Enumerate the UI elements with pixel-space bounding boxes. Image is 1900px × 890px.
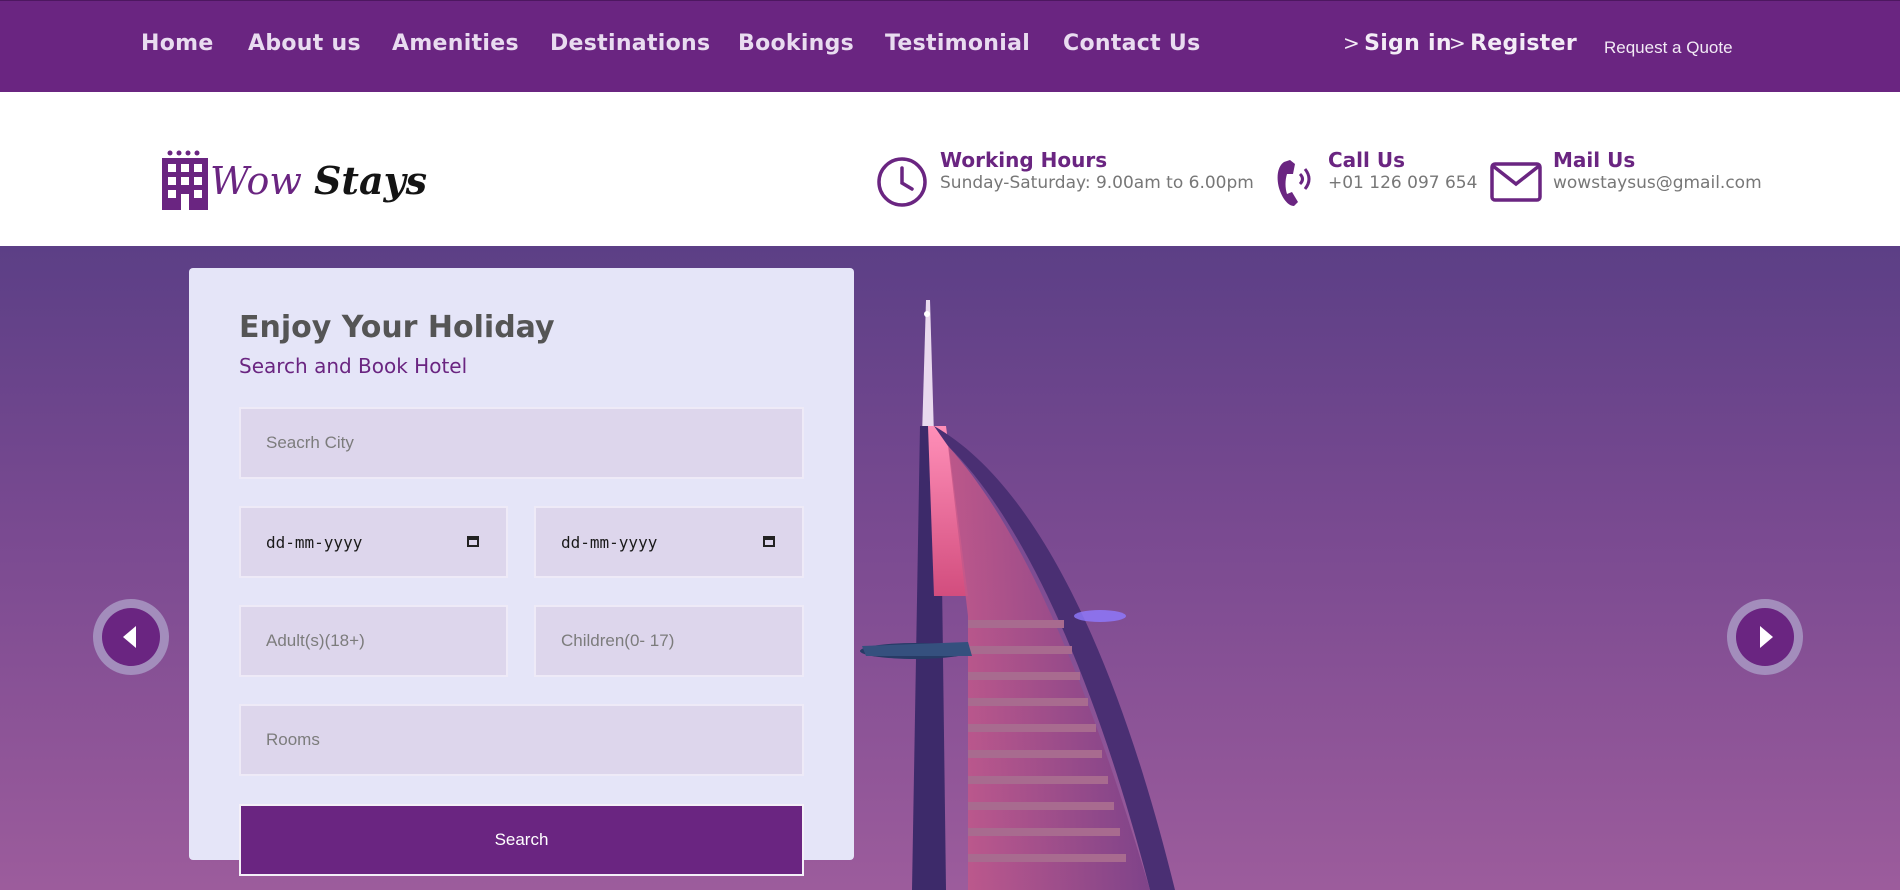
nav-bookings[interactable]: Bookings bbox=[738, 31, 854, 56]
logo-word-wow: Wow bbox=[210, 159, 302, 203]
clock-icon bbox=[877, 157, 927, 207]
chevron-right-icon: > bbox=[1449, 31, 1467, 55]
rooms-input[interactable]: Rooms bbox=[239, 704, 804, 776]
search-city-input[interactable]: Seacrh City bbox=[239, 407, 804, 479]
mail-icon bbox=[1490, 162, 1542, 202]
call-us-title: Call Us bbox=[1328, 148, 1405, 172]
calendar-icon[interactable] bbox=[467, 536, 479, 547]
booking-subtitle: Search and Book Hotel bbox=[239, 354, 468, 378]
nav-home[interactable]: Home bbox=[141, 31, 214, 56]
register-link[interactable]: > Register bbox=[1449, 31, 1577, 56]
sign-in-label: Sign in bbox=[1364, 31, 1452, 56]
nav-contact-us[interactable]: Contact Us bbox=[1063, 31, 1200, 56]
phone-icon bbox=[1277, 160, 1311, 206]
adults-input[interactable]: Adult(s)(18+) bbox=[239, 605, 508, 677]
call-us-value[interactable]: +01 126 097 654 bbox=[1328, 173, 1477, 193]
nav-about-us[interactable]: About us bbox=[248, 31, 361, 56]
caret-left-icon bbox=[123, 626, 136, 648]
search-button[interactable]: Search bbox=[239, 804, 804, 876]
slider-next-button[interactable] bbox=[1727, 599, 1803, 675]
slider-prev-inner bbox=[102, 608, 160, 666]
working-hours-title: Working Hours bbox=[940, 148, 1108, 172]
logo-wordmark[interactable]: Wow Stays bbox=[210, 158, 427, 203]
slider-next-inner bbox=[1736, 608, 1794, 666]
top-navigation: Home About us Amenities Destinations Boo… bbox=[0, 0, 1900, 92]
request-quote-link[interactable]: Request a Quote bbox=[1604, 38, 1733, 58]
caret-right-icon bbox=[1760, 626, 1773, 648]
slider-prev-button[interactable] bbox=[93, 599, 169, 675]
check-in-date-input[interactable]: dd-mm-yyyy bbox=[239, 506, 508, 578]
nav-testimonial[interactable]: Testimonial bbox=[885, 31, 1030, 56]
calendar-icon[interactable] bbox=[763, 536, 775, 547]
nav-destinations[interactable]: Destinations bbox=[550, 31, 710, 56]
sign-in-link[interactable]: > Sign in bbox=[1343, 31, 1452, 56]
check-out-date-value: dd-mm-yyyy bbox=[561, 532, 658, 552]
booking-title: Enjoy Your Holiday bbox=[239, 310, 555, 345]
register-label: Register bbox=[1470, 31, 1577, 56]
mail-us-value[interactable]: wowstaysus@gmail.com bbox=[1553, 173, 1762, 193]
chevron-right-icon: > bbox=[1343, 31, 1361, 55]
logo-word-stays: Stays bbox=[313, 158, 428, 203]
check-out-date-input[interactable]: dd-mm-yyyy bbox=[534, 506, 804, 578]
nav-amenities[interactable]: Amenities bbox=[392, 31, 519, 56]
mail-us-title: Mail Us bbox=[1553, 148, 1636, 172]
check-in-date-value: dd-mm-yyyy bbox=[266, 532, 363, 552]
working-hours-value: Sunday-Saturday: 9.00am to 6.00pm bbox=[940, 173, 1254, 193]
children-input[interactable]: Children(0- 17) bbox=[534, 605, 804, 677]
